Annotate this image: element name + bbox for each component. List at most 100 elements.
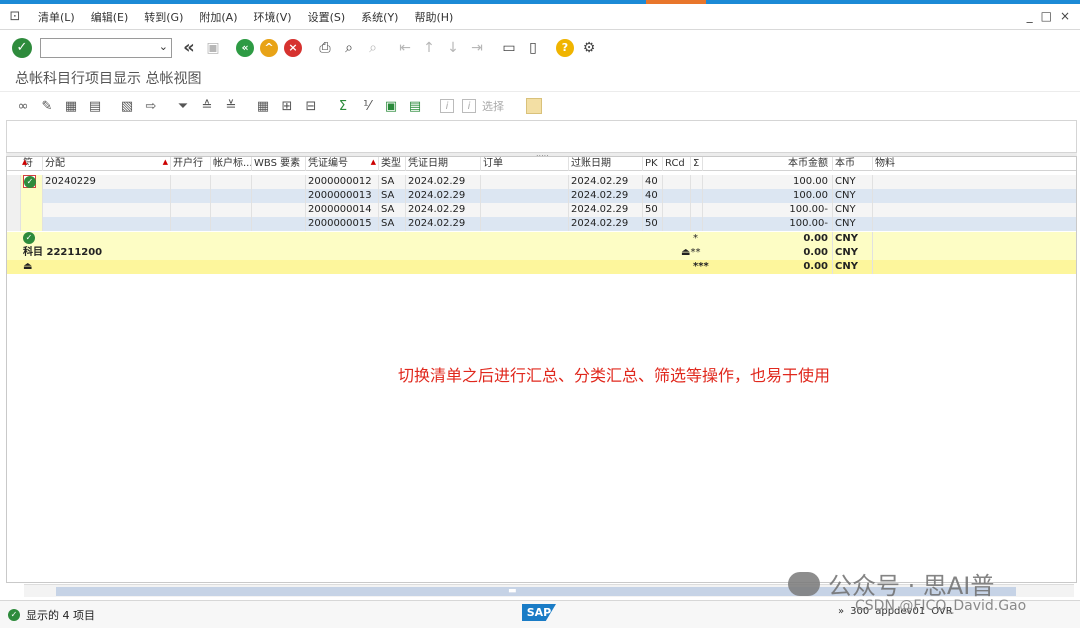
row-selector[interactable] [7,203,21,217]
menu-item-list[interactable]: 清单(L) [30,9,83,25]
shortcut-icon[interactable]: ▯ [522,37,544,59]
filter-icon[interactable]: ⏷ [172,95,194,117]
cell-post-date: 2024.02.29 [569,217,643,231]
col-header-rcd[interactable]: RCd [663,157,691,171]
back-double-icon[interactable]: « [178,37,200,59]
change-layout-icon[interactable]: ▦ [60,95,82,117]
menu-item-goto[interactable]: 转到(G) [136,9,191,25]
cell-doc-no[interactable]: 2000000015 [306,217,379,231]
menu-item-edit[interactable]: 编辑(E) [83,9,137,25]
sum-icon[interactable]: Σ [332,95,354,117]
cell-pk: 40 [643,175,663,189]
help-icon[interactable]: ? [554,37,576,59]
cell-amount: 100.00- [703,203,833,217]
yellow-folder-icon[interactable] [526,98,542,114]
table-row[interactable]: 2000000014 SA 2024.02.29 2024.02.29 50 1… [7,203,1076,217]
close-button[interactable]: × [1060,9,1070,23]
col-header-sum[interactable]: Σ [691,157,703,171]
grand-total-row[interactable]: ⏏ *** 0.00 CNY [7,260,1076,274]
last-page-icon[interactable]: ⇥ [466,37,488,59]
cell-type: SA [379,203,406,217]
menu-item-system[interactable]: 系统(Y) [353,9,406,25]
select-info-icon[interactable]: i [462,99,476,113]
row-selector[interactable] [7,189,21,203]
menu-item-environment[interactable]: 环境(V) [245,9,299,25]
settings-icon[interactable]: ⚙ [578,37,600,59]
glasses-icon[interactable]: ∞ [12,95,34,117]
row-selector[interactable] [7,217,21,231]
table-row[interactable]: ✓ 20240229 2000000012 SA 2024.02.29 2024… [7,175,1076,189]
next-page-icon[interactable]: ↓ [442,37,464,59]
print-icon[interactable]: ⎙ [314,37,336,59]
document-icon[interactable]: ▤ [84,95,106,117]
enter-icon[interactable]: ✓ [12,37,32,58]
col-header-bank[interactable]: 开户行 [171,157,211,171]
subtotal-icon[interactable]: ⅟ [356,95,378,117]
exit-icon[interactable]: ^ [258,37,280,59]
col-header-amount[interactable]: 本币金额 [703,157,833,171]
find-icon[interactable]: ⌕ [338,37,360,59]
cell-doc-date: 2024.02.29 [406,217,481,231]
col-header-pk[interactable]: PK [643,157,663,171]
save-layout-icon[interactable]: ▤ [404,95,426,117]
col-header-account-id[interactable]: 帐户标... [211,157,252,171]
select-label[interactable]: 选择 [482,98,504,114]
cell-doc-no[interactable]: 2000000013 [306,189,379,203]
pencil-icon[interactable]: ✎ [36,95,58,117]
col-header-indicator[interactable]: ▲ 符 [21,157,43,171]
cell-doc-no[interactable]: 2000000012 [306,175,379,189]
sort-ascending-icon[interactable]: ≙ [196,95,218,117]
back-icon[interactable]: « [234,37,256,59]
command-input[interactable] [41,38,151,57]
cancel-icon[interactable]: × [282,37,304,59]
menu-icon[interactable]: ⊡ [0,9,30,24]
command-field[interactable]: ⌄ [40,37,172,58]
cell-post-date: 2024.02.29 [569,175,643,189]
col-header-currency[interactable]: 本币 [833,157,873,171]
success-icon: ✓ [8,609,20,621]
table-row[interactable]: 2000000015 SA 2024.02.29 2024.02.29 50 1… [7,217,1076,231]
info-icon[interactable]: i [440,99,454,113]
col-header-assignment[interactable]: 分配 ▲ [43,157,171,171]
application-toolbar: ∞ ✎ ▦ ▤ ▧ ⇨ ⏷ ≙ ≚ ▦ ⊞ ⊟ Σ ⅟ ▣ ▤ i i 选择 [0,93,1080,119]
subtotal-row[interactable]: ✓ * 0.00 CNY [7,232,1076,246]
previous-page-icon[interactable]: ↑ [418,37,440,59]
layout-grid-icon[interactable]: ▦ [252,95,274,117]
menu-item-extras[interactable]: 附加(A) [191,9,245,25]
minimize-button[interactable]: _ [1027,9,1033,23]
select-layout-icon[interactable]: ▣ [380,95,402,117]
grand-total-amount: 0.00 [703,260,833,274]
col-header-doc-date[interactable]: 凭证日期 [406,157,481,171]
col-header-order[interactable]: 订单 [481,157,569,171]
cell-currency: CNY [833,217,873,231]
row-selector[interactable] [7,175,21,189]
find-next-icon[interactable]: ⌕ [362,37,384,59]
cell-amount: 100.00 [703,175,833,189]
col-header-material[interactable]: 物料 [873,157,1076,171]
chevron-down-icon[interactable]: ⌄ [159,40,168,53]
status-expand[interactable]: » [838,606,844,617]
maximize-button[interactable]: □ [1041,9,1052,23]
expand-icon[interactable]: ⊞ [276,95,298,117]
save-icon[interactable]: ▣ [202,37,224,59]
create-session-icon[interactable]: ▭ [498,37,520,59]
sort-descending-icon[interactable]: ≚ [220,95,242,117]
col-header-type[interactable]: 类型 [379,157,406,171]
col-header-doc-no[interactable]: 凭证编号 ▲ [306,157,379,171]
col-header-wbs[interactable]: WBS 要素 [252,157,306,171]
system-toolbar: ✓ ⌄ « ▣ « ^ × ⎙ ⌕ ⌕ ⇤ ↑ ↓ ⇥ ▭ ▯ ? ⚙ [0,31,1080,64]
menu-item-settings[interactable]: 设置(S) [300,9,354,25]
cell-doc-no[interactable]: 2000000014 [306,203,379,217]
cell-assignment [43,217,171,231]
export-icon[interactable]: ⇨ [140,95,162,117]
cell-currency: CNY [833,175,873,189]
window-controls: _ □ × [1027,9,1070,23]
account-total-row[interactable]: 科目 22211200 ⏏** 0.00 CNY [7,246,1076,260]
details-icon[interactable]: ▧ [116,95,138,117]
col-header-post-date[interactable]: 过账日期 [569,157,643,171]
menu-bar: ⊡ 清单(L) 编辑(E) 转到(G) 附加(A) 环境(V) 设置(S) 系统… [0,4,1080,30]
hierarchy-icon[interactable]: ⊟ [300,95,322,117]
table-row[interactable]: 2000000013 SA 2024.02.29 2024.02.29 40 1… [7,189,1076,203]
first-page-icon[interactable]: ⇤ [394,37,416,59]
menu-item-help[interactable]: 帮助(H) [406,9,461,25]
